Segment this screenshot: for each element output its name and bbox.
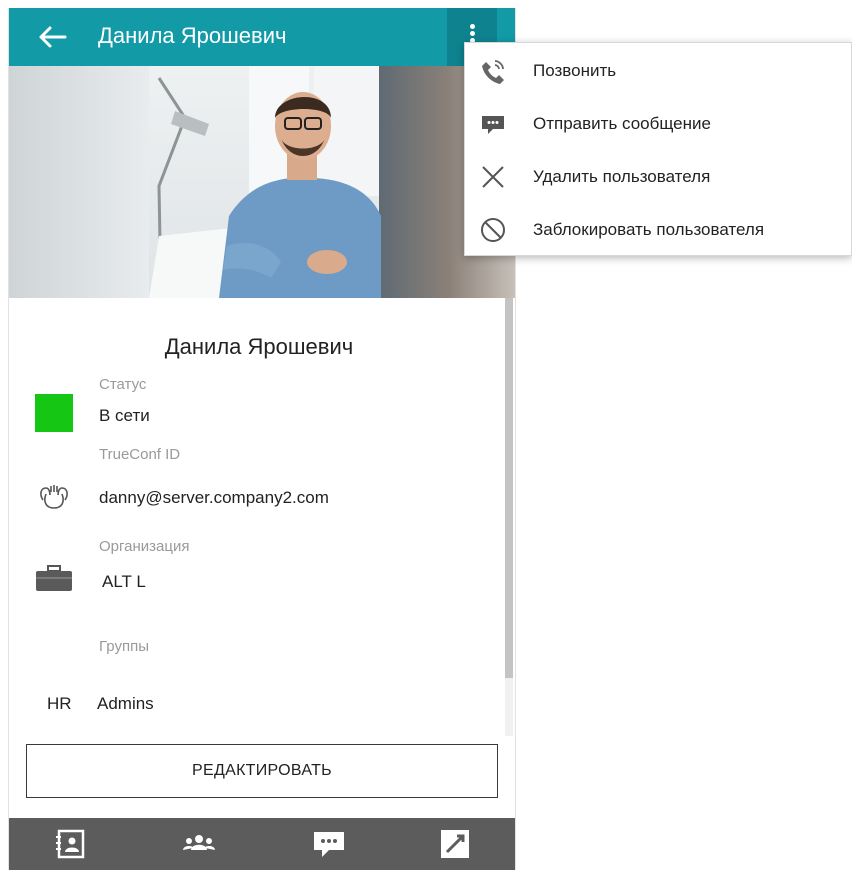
back-button[interactable] <box>35 22 75 52</box>
menu-item-send-message[interactable]: Отправить сообщение <box>465 98 851 151</box>
phone-icon <box>482 60 504 84</box>
close-icon <box>482 166 504 188</box>
edit-button[interactable]: РЕДАКТИРОВАТЬ <box>26 744 498 798</box>
menu-item-block-user[interactable]: Заблокировать пользователя <box>465 204 851 257</box>
contact-name: Данила Ярошевич <box>164 334 354 359</box>
contacts-icon <box>56 829 85 859</box>
profile-details: Данила Ярошевич Статус В сети TrueConf I… <box>9 298 515 818</box>
menu-item-label: Отправить сообщение <box>533 114 711 133</box>
organization-label: Организация <box>99 538 190 555</box>
status-label: Статус <box>99 376 147 393</box>
contact-profile-panel: Данила Ярошевич Данила Ярошевич Статус В… <box>8 8 516 870</box>
menu-item-label: Заблокировать пользователя <box>533 220 765 239</box>
scrollbar[interactable] <box>505 298 513 736</box>
options-menu: Позвонить Отправить сообщение Удалить по… <box>464 42 852 256</box>
group-prefix: HR <box>47 694 72 713</box>
menu-item-label: Удалить пользователя <box>533 167 711 186</box>
nav-groups[interactable] <box>181 828 217 860</box>
top-bar: Данила Ярошевич <box>9 8 515 66</box>
chat-icon <box>314 832 344 857</box>
menu-item-call[interactable]: Позвонить <box>465 45 851 98</box>
trueconf-id-label: TrueConf ID <box>99 446 181 463</box>
status-indicator <box>35 394 73 432</box>
organization-value: ALT L <box>102 572 146 591</box>
menu-item-delete-user[interactable]: Удалить пользователя <box>465 151 851 204</box>
chat-icon <box>482 116 504 134</box>
arrow-left-icon <box>39 26 67 48</box>
briefcase-icon <box>35 564 73 597</box>
scrollbar-thumb[interactable] <box>505 298 513 678</box>
nav-calls[interactable] <box>437 828 473 860</box>
trueconf-id-value: danny@server.company2.com <box>99 488 329 507</box>
menu-item-label: Позвонить <box>533 61 617 80</box>
bottom-navigation <box>9 818 515 870</box>
block-icon <box>481 218 505 242</box>
status-value: В сети <box>99 406 150 425</box>
nav-chats[interactable] <box>311 828 347 860</box>
profile-photo <box>9 66 515 298</box>
trueconf-id-icon <box>37 482 71 517</box>
nav-contacts[interactable] <box>53 828 89 860</box>
groups-label: Группы <box>99 638 149 655</box>
group-name: Admins <box>97 694 154 713</box>
group-icon <box>183 835 215 850</box>
call-history-icon <box>441 830 469 858</box>
page-title: Данила Ярошевич <box>98 23 287 48</box>
